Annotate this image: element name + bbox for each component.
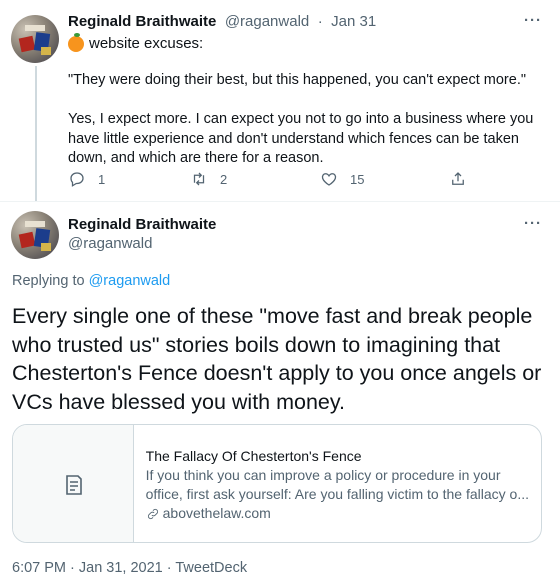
replying-to: Replying to @raganwald [12,273,170,289]
tweet-paragraph: Yes, I expect more. I can expect you not… [68,111,534,166]
subtitle-text: website excuses: [89,35,204,52]
link-card[interactable]: The Fallacy Of Chesterton's Fence If you… [12,424,542,543]
avatar[interactable] [11,15,59,63]
replying-to-link[interactable]: @raganwald [89,273,171,289]
avatar[interactable] [11,211,59,259]
tweet-header: Reginald Braithwaite @raganwald · Jan 31 [68,13,376,31]
divider [0,201,560,202]
share-button[interactable] [449,170,467,188]
replying-prefix: Replying to [12,273,85,289]
retweet-count: 2 [220,171,228,187]
tweet-actions: 1 2 15 [68,170,488,192]
thread-line [35,66,37,202]
tweet-date[interactable]: Jan 31 [331,13,376,30]
parent-tweet[interactable]: Reginald Braithwaite @raganwald · Jan 31… [0,0,560,202]
author-handle[interactable]: @raganwald [68,235,152,252]
tweet-subtitle: website excuses: [68,32,204,52]
author-name[interactable]: Reginald Braithwaite [68,216,216,234]
orange-emoji-icon [68,32,84,52]
retweet-icon [193,172,205,186]
card-title[interactable]: The Fallacy Of Chesterton's Fence [146,447,529,466]
reply-button[interactable]: 1 [68,170,105,188]
author-handle[interactable]: @raganwald [225,13,309,30]
tweet-paragraph: "They were doing their best, but this ha… [68,72,526,88]
article-icon [66,475,82,495]
card-domain[interactable]: abovethelaw.com [146,504,529,523]
reply-count: 1 [98,171,106,187]
more-icon[interactable]: ··· [524,12,542,29]
card-thumbnail[interactable] [13,425,134,542]
like-icon [321,173,337,186]
retweet-button[interactable]: 2 [190,170,227,188]
card-description: If you think you can improve a policy or… [145,467,529,502]
tweet-timestamp[interactable]: 6:07 PM · Jan 31, 2021 · TweetDeck [12,560,247,576]
share-icon [452,172,464,185]
like-count: 15 [350,171,365,187]
like-button[interactable]: 15 [320,170,364,188]
separator: · [317,13,323,30]
tweet-text: Every single one of these "move fast and… [12,304,542,414]
more-icon[interactable]: ··· [524,215,542,232]
card-body[interactable]: The Fallacy Of Chesterton's Fence If you… [134,425,541,542]
author-name[interactable]: Reginald Braithwaite [68,13,216,30]
link-icon [147,508,158,519]
reply-icon [70,172,84,187]
